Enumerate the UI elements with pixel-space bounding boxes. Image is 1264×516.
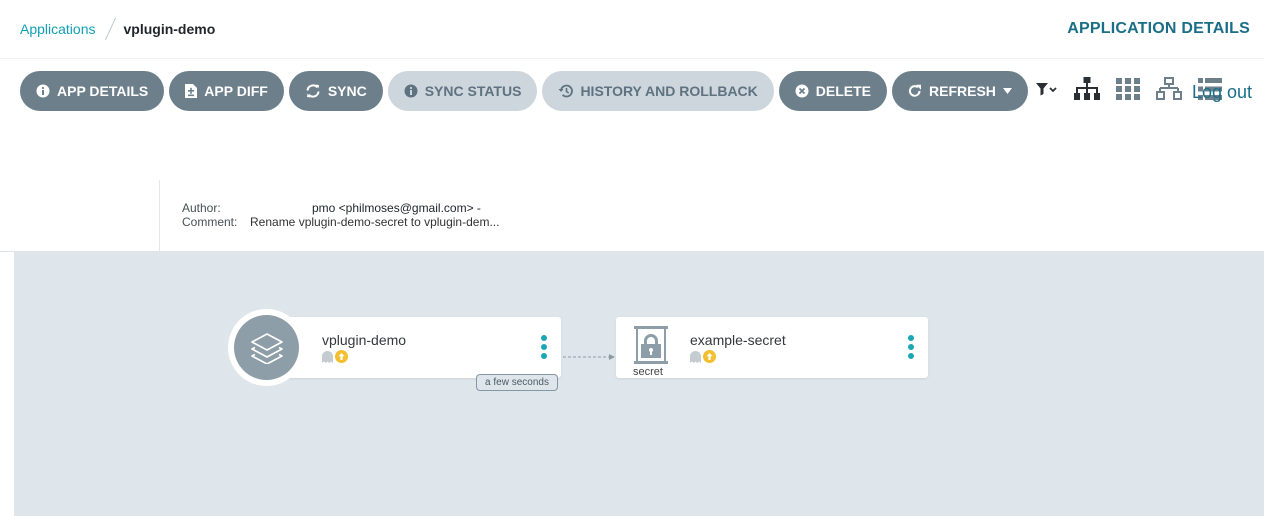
breadcrumb-applications-link[interactable]: Applications	[20, 21, 96, 37]
age-badge: a few seconds	[476, 374, 558, 391]
comment-label: Comment:	[182, 215, 238, 229]
app-node-name: vplugin-demo	[322, 332, 407, 348]
comment-value: Rename vplugin-demo-secret to vplugin-de…	[250, 215, 500, 229]
breadcrumb-separator	[104, 18, 116, 40]
kebab-dot	[541, 335, 547, 341]
tree-view-icon[interactable]	[1074, 77, 1100, 101]
app-node-status	[322, 350, 348, 368]
missing-ghost-icon	[690, 350, 701, 368]
missing-ghost-icon	[322, 350, 333, 368]
graph-edge	[563, 347, 617, 365]
app-details-label: APP DETAILS	[57, 83, 149, 99]
author-label: Author:	[182, 201, 221, 215]
comment-row: Comment: Rename vplugin-demo-secret to vp…	[182, 215, 499, 229]
revision-info: Author: pmo <philmoses@gmail.com> - Comm…	[0, 180, 1264, 252]
toolbar: APP DETAILS APP DIFF SYNC SYNC STATUS HI…	[0, 58, 1264, 180]
top-bar: Applications vplugin-demo APPLICATION DE…	[0, 0, 1264, 58]
app-diff-label: APP DIFF	[204, 83, 268, 99]
sync-icon	[305, 84, 321, 98]
file-diff-icon	[185, 84, 198, 98]
out-of-sync-icon	[335, 350, 348, 368]
kebab-dot	[908, 344, 914, 350]
sync-button[interactable]: SYNC	[288, 71, 383, 111]
kebab-dot	[541, 353, 547, 359]
redo-icon	[908, 84, 922, 98]
history-and-rollback-label: HISTORY AND ROLLBACK	[580, 83, 758, 99]
breadcrumb-current: vplugin-demo	[123, 21, 216, 37]
times-circle-icon	[795, 84, 809, 98]
app-diff-button[interactable]: APP DIFF	[169, 71, 284, 111]
out-of-sync-icon	[703, 350, 716, 368]
secret-node-status	[690, 350, 716, 368]
app-details-button[interactable]: APP DETAILS	[20, 71, 165, 111]
secret-node-name: example-secret	[690, 332, 786, 348]
sync-status-label: SYNC STATUS	[424, 83, 522, 99]
kebab-dot	[541, 344, 547, 350]
kebab-dot	[908, 353, 914, 359]
secret-kind-label: secret	[633, 366, 663, 378]
secret-resource-icon	[631, 326, 671, 371]
delete-button[interactable]: DELETE	[778, 71, 888, 111]
logout-link[interactable]: Log out	[1192, 82, 1252, 103]
history-and-rollback-button[interactable]: HISTORY AND ROLLBACK	[542, 71, 774, 111]
filter-icon[interactable]	[1036, 82, 1058, 96]
sync-label: SYNC	[327, 83, 367, 99]
secret-node-menu-button[interactable]	[908, 335, 914, 359]
breadcrumb: Applications vplugin-demo	[20, 18, 215, 40]
refresh-button[interactable]: REFRESH	[892, 71, 1028, 111]
history-icon	[558, 84, 574, 98]
action-buttons: APP DETAILS APP DIFF SYNC SYNC STATUS HI…	[20, 71, 1028, 111]
app-node-menu-button[interactable]	[541, 335, 547, 359]
caret-down-icon	[1002, 88, 1012, 94]
info-circle-icon	[404, 84, 418, 98]
app-node-icon-circle	[228, 309, 305, 386]
pods-view-icon[interactable]	[1116, 78, 1140, 100]
network-view-icon[interactable]	[1156, 77, 1182, 101]
refresh-label: REFRESH	[929, 83, 996, 99]
info-circle-icon	[36, 84, 50, 98]
page-title: APPLICATION DETAILS	[1067, 20, 1250, 37]
revision-divider	[159, 180, 160, 251]
resource-graph-canvas	[14, 252, 1264, 516]
delete-label: DELETE	[815, 83, 872, 99]
sync-status-button[interactable]: SYNC STATUS	[387, 71, 538, 111]
author-row: Author: pmo <philmoses@gmail.com> -	[182, 201, 481, 215]
layers-icon	[234, 315, 299, 380]
kebab-dot	[908, 335, 914, 341]
author-value: pmo <philmoses@gmail.com> -	[312, 201, 481, 215]
